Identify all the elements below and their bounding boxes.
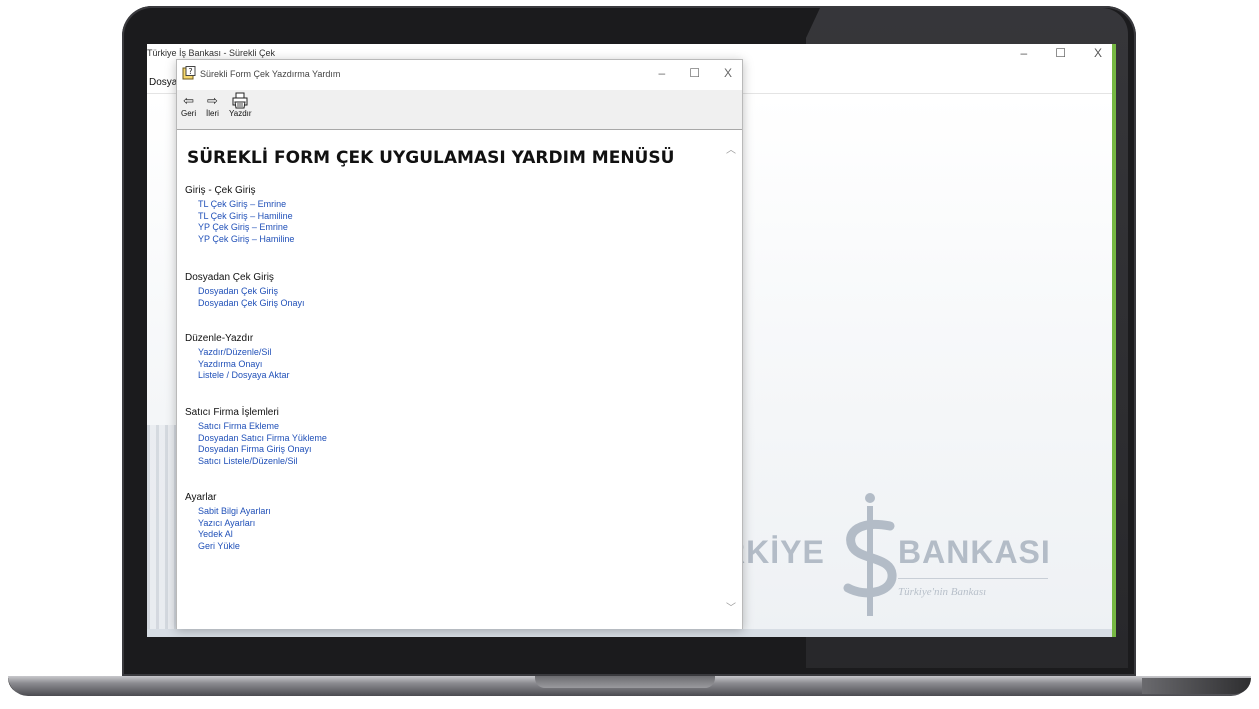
page-title: SÜREKLİ FORM ÇEK UYGULAMASI YARDIM MENÜS…: [187, 148, 675, 168]
screen: Türkiye İş Bankası - Sürekli Çek – ☐ X D…: [147, 44, 1114, 637]
back-label: Geri: [181, 109, 197, 118]
help-link[interactable]: Dosyadan Çek Giriş: [198, 286, 305, 298]
main-window-controls: – ☐ X: [1021, 46, 1102, 60]
section-title: Giriş - Çek Giriş: [185, 185, 256, 196]
help-window-controls: – ☐ X: [659, 66, 732, 80]
help-link[interactable]: Yedek Al: [198, 529, 271, 541]
laptop-notch: [535, 676, 715, 688]
help-link[interactable]: Yazdır/Düzenle/Sil: [198, 347, 290, 359]
help-window-titlebar[interactable]: ? Sürekli Form Çek Yazdırma Yardım – ☐ X: [177, 60, 742, 90]
forward-button[interactable]: ⇨ İleri: [206, 92, 219, 118]
back-arrow-icon: ⇦: [183, 93, 195, 108]
help-link[interactable]: Yazıcı Ayarları: [198, 518, 271, 530]
help-link[interactable]: Satıcı Firma Ekleme: [198, 421, 327, 433]
logo-tagline: Türkiye'nin Bankası: [898, 586, 987, 598]
section-title: Dosyadan Çek Giriş: [185, 272, 274, 283]
bank-emblem-icon: [843, 493, 897, 616]
logo-divider: [898, 578, 1048, 579]
help-content: ︿ SÜREKLİ FORM ÇEK UYGULAMASI YARDIM MEN…: [177, 131, 742, 629]
main-maximize-button[interactable]: ☐: [1055, 46, 1066, 60]
printer-icon: [232, 92, 248, 109]
main-window-title: Türkiye İş Bankası - Sürekli Çek: [147, 48, 276, 58]
section-title: Ayarlar: [185, 492, 217, 503]
help-link[interactable]: Sabit Bilgi Ayarları: [198, 506, 271, 518]
section-dosyadan-cek: Dosyadan Çek Giriş Dosyadan Çek Giriş Do…: [185, 270, 305, 309]
section-title: Düzenle-Yazdır: [185, 333, 254, 344]
help-toolbar: ⇦ Geri ⇨ İleri Yazdır: [177, 90, 742, 130]
back-button[interactable]: ⇦ Geri: [181, 92, 196, 118]
help-window: ? Sürekli Form Çek Yazdırma Yardım – ☐ X…: [176, 59, 743, 629]
help-link[interactable]: Yazdırma Onayı: [198, 359, 290, 371]
section-title: Satıcı Firma İşlemleri: [185, 407, 279, 418]
screen-accent-bar: [1112, 44, 1116, 637]
help-minimize-button[interactable]: –: [659, 66, 666, 80]
section-giris: Giriş - Çek Giriş TL Çek Giriş – Emrine …: [185, 183, 294, 245]
logo-text-right: BANKASI: [898, 534, 1051, 570]
laptop-base-right: [1142, 678, 1251, 694]
help-link[interactable]: Geri Yükle: [198, 541, 271, 553]
section-satici-firma: Satıcı Firma İşlemleri Satıcı Firma Ekle…: [185, 405, 327, 467]
help-app-icon: ?: [182, 66, 196, 80]
scroll-down-icon[interactable]: ﹀: [726, 599, 736, 614]
help-link[interactable]: TL Çek Giriş – Hamiline: [198, 211, 294, 223]
main-close-button[interactable]: X: [1094, 46, 1102, 60]
menu-dosya[interactable]: Dosya: [149, 77, 177, 88]
section-ayarlar: Ayarlar Sabit Bilgi Ayarları Yazıcı Ayar…: [185, 490, 271, 552]
bank-logo: RKİYE BANKASI Türkiye'nin Bankası: [722, 490, 1062, 620]
help-maximize-button[interactable]: ☐: [689, 66, 700, 80]
help-link[interactable]: YP Çek Giriş – Emrine: [198, 222, 294, 234]
main-minimize-button[interactable]: –: [1021, 46, 1028, 60]
scroll-up-icon[interactable]: ︿: [726, 141, 736, 156]
help-link[interactable]: Dosyadan Çek Giriş Onayı: [198, 298, 305, 310]
help-window-title: Sürekli Form Çek Yazdırma Yardım: [200, 69, 341, 79]
help-link[interactable]: Dosyadan Satıcı Firma Yükleme: [198, 433, 327, 445]
print-button[interactable]: Yazdır: [229, 92, 252, 118]
help-link[interactable]: YP Çek Giriş – Hamiline: [198, 234, 294, 246]
help-link[interactable]: Listele / Dosyaya Aktar: [198, 370, 290, 382]
background-bottom-strip: [147, 629, 1114, 637]
forward-arrow-icon: ⇨: [206, 93, 218, 108]
help-link[interactable]: TL Çek Giriş – Emrine: [198, 199, 294, 211]
section-duzenle-yazdir: Düzenle-Yazdır Yazdır/Düzenle/Sil Yazdır…: [185, 331, 290, 382]
help-link[interactable]: Satıcı Listele/Düzenle/Sil: [198, 456, 327, 468]
print-label: Yazdır: [229, 109, 252, 118]
forward-label: İleri: [206, 109, 219, 118]
help-link[interactable]: Dosyadan Firma Giriş Onayı: [198, 444, 327, 456]
help-close-button[interactable]: X: [724, 66, 732, 80]
svg-text:?: ?: [188, 67, 192, 76]
